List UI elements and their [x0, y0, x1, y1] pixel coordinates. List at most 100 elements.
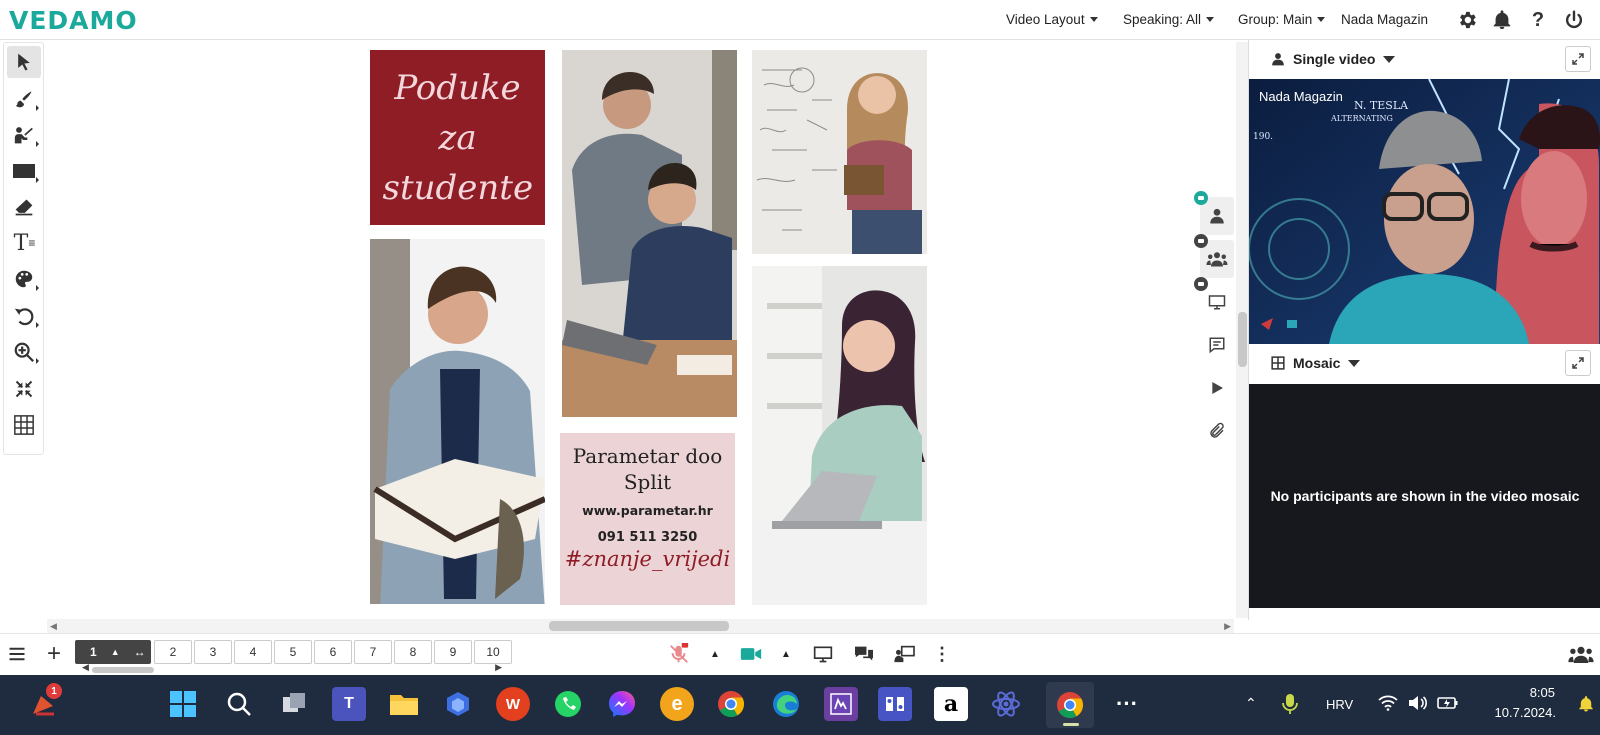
- eraser-tool[interactable]: [7, 191, 41, 223]
- add-page-icon[interactable]: +: [42, 640, 66, 667]
- expand-video-button[interactable]: [1565, 46, 1591, 72]
- expand-mosaic-button[interactable]: [1565, 350, 1591, 376]
- volume-icon[interactable]: [1408, 695, 1428, 716]
- screen-share-tab[interactable]: [1194, 277, 1234, 321]
- chat-icon: [1209, 337, 1225, 354]
- task-view-icon[interactable]: [277, 687, 311, 721]
- user-name[interactable]: Nada Magazin: [1341, 12, 1428, 27]
- participants-list-icon[interactable]: [1566, 642, 1596, 666]
- wps-office-icon[interactable]: W: [496, 687, 530, 721]
- file-explorer-icon[interactable]: [387, 687, 421, 721]
- resize-horizontal-icon[interactable]: ↔: [134, 645, 146, 659]
- wifi-icon[interactable]: [1378, 695, 1398, 716]
- chrome-active-window-icon[interactable]: [1046, 682, 1094, 728]
- chevron-down-icon: [1317, 17, 1326, 22]
- notification-bell-icon[interactable]: [1577, 694, 1595, 719]
- clock-time[interactable]: 8:05: [1515, 685, 1555, 700]
- color-palette-tool[interactable]: [7, 263, 41, 295]
- page-tab[interactable]: 4: [234, 640, 272, 664]
- screen-share-icon[interactable]: [811, 642, 835, 666]
- shape-tool[interactable]: [7, 155, 41, 187]
- battery-icon[interactable]: [1437, 695, 1459, 716]
- page-tab-scrollbar[interactable]: ◀ ▶: [82, 662, 502, 673]
- pointer-presenter-tool[interactable]: [7, 119, 41, 151]
- settings-gear-icon[interactable]: [1456, 9, 1478, 31]
- video-layout-menu[interactable]: Video Layout: [1006, 12, 1098, 27]
- participant-video[interactable]: N. TESLA ALTERNATING 190. Nada Magazin: [1249, 79, 1600, 344]
- attachments-tab[interactable]: [1200, 412, 1234, 450]
- page-tab[interactable]: 5: [274, 640, 312, 664]
- horizontal-scroll-thumb[interactable]: [549, 621, 729, 631]
- chat-bubbles-icon[interactable]: [852, 642, 876, 666]
- more-vertical-icon[interactable]: ⋮: [930, 642, 954, 666]
- help-icon[interactable]: ?: [1527, 9, 1549, 31]
- zoom-tool[interactable]: [7, 336, 41, 368]
- page-tab[interactable]: 8: [394, 640, 432, 664]
- horizontal-scrollbar[interactable]: ◀ ▶: [47, 619, 1234, 633]
- edge-icon[interactable]: [769, 687, 803, 721]
- groups-tab[interactable]: [1194, 234, 1234, 278]
- mic-options-icon[interactable]: ▲: [703, 642, 727, 666]
- page-tab[interactable]: 7: [354, 640, 392, 664]
- whatsapp-icon[interactable]: [551, 687, 585, 721]
- undo-tool[interactable]: [7, 300, 41, 332]
- mic-muted-icon[interactable]: [667, 642, 691, 666]
- show-hidden-icons-icon[interactable]: ⌃: [1245, 695, 1257, 712]
- page-up-icon[interactable]: ▲: [111, 647, 120, 657]
- palette-icon: [15, 270, 33, 288]
- undo-icon: [14, 308, 34, 326]
- page-scroll-thumb[interactable]: [92, 667, 154, 673]
- page-tab[interactable]: 3: [194, 640, 232, 664]
- brush-icon: [15, 91, 32, 108]
- camera-options-icon[interactable]: ▲: [774, 642, 798, 666]
- windows-start-icon[interactable]: [166, 687, 200, 721]
- app-blue-icon[interactable]: [878, 687, 912, 721]
- scroll-left-icon[interactable]: ◀: [50, 621, 57, 632]
- camera-icon[interactable]: [739, 642, 763, 666]
- chrome-icon[interactable]: [714, 687, 748, 721]
- fit-screen-tool[interactable]: [7, 373, 41, 405]
- speaking-filter-menu[interactable]: Speaking: All: [1123, 12, 1215, 27]
- scroll-right-icon[interactable]: ▶: [1224, 621, 1231, 632]
- app-purple-icon[interactable]: [824, 687, 858, 721]
- svg-text:ALTERNATING: ALTERNATING: [1330, 114, 1393, 123]
- single-video-header[interactable]: Single video: [1249, 40, 1600, 78]
- group-menu[interactable]: Group: Main: [1238, 12, 1326, 27]
- teams-icon[interactable]: T: [332, 687, 366, 721]
- svg-text:N. TESLA: N. TESLA: [1354, 99, 1409, 112]
- language-indicator[interactable]: HRV: [1326, 697, 1353, 712]
- contact-tile: Parametar doo Split www.parametar.hr 091…: [560, 433, 735, 605]
- atom-app-icon[interactable]: [989, 687, 1023, 721]
- vedamo-logo[interactable]: VEDAMO: [9, 6, 138, 35]
- whiteboard-canvas[interactable]: Poduke za studente Parametar doo Split w…: [47, 40, 1212, 618]
- participants-tab[interactable]: [1194, 191, 1234, 235]
- chat-tab[interactable]: [1200, 326, 1234, 364]
- page-tab[interactable]: 2: [154, 640, 192, 664]
- search-icon[interactable]: [222, 687, 256, 721]
- select-tool[interactable]: [7, 46, 41, 78]
- presenter-screen-icon[interactable]: [893, 642, 917, 666]
- messenger-icon[interactable]: [605, 687, 639, 721]
- photo-girl-books: [752, 50, 927, 254]
- text-tool[interactable]: T ≡: [7, 227, 41, 259]
- power-icon[interactable]: [1563, 9, 1585, 31]
- amazon-icon[interactable]: a: [934, 687, 968, 721]
- e-app-icon[interactable]: e: [660, 687, 694, 721]
- more-apps-icon[interactable]: ···: [1110, 687, 1144, 721]
- microphone-tray-icon[interactable]: [1282, 693, 1298, 720]
- grid-tool[interactable]: [7, 409, 41, 441]
- brush-tool[interactable]: [7, 83, 41, 115]
- vertical-scroll-thumb[interactable]: [1238, 312, 1247, 367]
- company-name: Parametar doo Split: [572, 444, 723, 494]
- page-tab[interactable]: 10: [474, 640, 512, 664]
- menu-icon[interactable]: [5, 642, 29, 666]
- page-tab[interactable]: 9: [434, 640, 472, 664]
- notification-app-icon[interactable]: 1: [26, 683, 62, 721]
- bell-icon[interactable]: [1491, 9, 1513, 31]
- copilot-icon[interactable]: [441, 687, 475, 721]
- clock-date[interactable]: 10.7.2024.: [1478, 705, 1556, 720]
- page-tab[interactable]: 6: [314, 640, 352, 664]
- media-player-tab[interactable]: [1200, 369, 1234, 407]
- page-tab-current[interactable]: 1 ▲ ↔: [75, 640, 151, 664]
- mosaic-header[interactable]: Mosaic: [1249, 344, 1600, 382]
